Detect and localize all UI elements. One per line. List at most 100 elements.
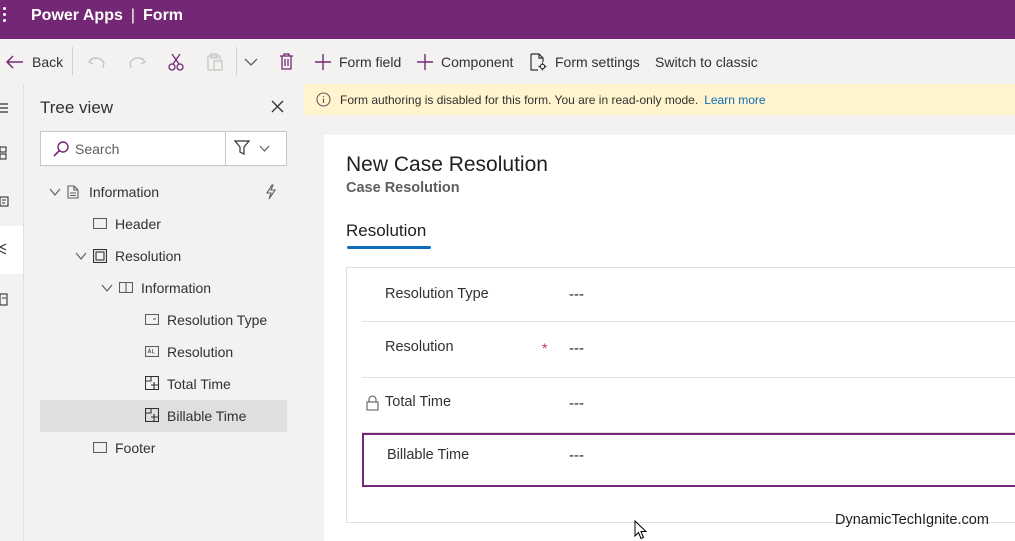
field-label: Resolution — [385, 339, 454, 355]
close-icon[interactable] — [271, 100, 284, 113]
tree-node-information-tab[interactable]: Information — [40, 176, 287, 208]
option-set-icon — [145, 314, 159, 325]
back-label: Back — [32, 53, 64, 70]
clipboard-icon — [207, 52, 223, 71]
table-columns-icon[interactable] — [0, 195, 10, 209]
tree-node-label: Resolution Type — [167, 312, 268, 328]
form-entity-name: Case Resolution — [346, 180, 460, 196]
tree-node-resolution-tab[interactable]: Resolution — [40, 240, 287, 272]
chevron-down-icon[interactable] — [49, 188, 61, 196]
product-name: Power Apps — [31, 7, 123, 24]
add-form-field-button[interactable]: Form field — [315, 39, 401, 84]
tree-node-label: Footer — [115, 440, 156, 456]
more-dropdown-button[interactable] — [244, 39, 258, 84]
tab-resolution[interactable]: Resolution — [346, 221, 426, 241]
tree-node-billable-time[interactable]: Billable Time — [40, 400, 287, 432]
field-value: --- — [569, 395, 584, 412]
field-value: --- — [569, 286, 584, 303]
footer-icon — [93, 442, 107, 453]
tree-node-label: Header — [115, 216, 161, 232]
waffle-menu-icon[interactable] — [1, 7, 9, 29]
switch-classic-label: Switch to classic — [655, 53, 758, 70]
tree-node-header[interactable]: Header — [40, 208, 287, 240]
field-billable-time[interactable]: Billable Time --- — [362, 433, 1015, 487]
learn-more-link[interactable]: Learn more — [704, 93, 765, 107]
toolbar-divider — [236, 47, 237, 75]
lock-icon — [366, 395, 379, 411]
redo-icon — [129, 56, 146, 68]
redo-button[interactable] — [128, 39, 146, 84]
back-button[interactable]: Back — [6, 39, 63, 84]
lightning-icon[interactable] — [265, 184, 277, 200]
add-component-button[interactable]: Component — [417, 39, 513, 84]
form-canvas: New Case Resolution Case Resolution Reso… — [304, 115, 1015, 541]
tree-node-total-time[interactable]: Total Time — [40, 368, 287, 400]
required-indicator: * — [542, 340, 548, 356]
tree-node-resolution-type[interactable]: Resolution Type — [40, 304, 287, 336]
form-section: Resolution Type --- Resolution * --- Tot… — [346, 267, 1015, 523]
search-box — [41, 132, 226, 165]
field-resolution-type[interactable]: Resolution Type --- — [362, 268, 1015, 322]
banner-text: Form authoring is disabled for this form… — [340, 93, 699, 107]
tree-node-resolution-field[interactable]: Resolution — [40, 336, 287, 368]
search-input[interactable] — [75, 139, 215, 158]
document-icon — [67, 185, 79, 199]
info-icon — [316, 92, 331, 107]
command-bar: Back Form field Component Form settings … — [0, 39, 1015, 84]
tree-view-pane: Tree view Information Header Resolution … — [24, 84, 304, 541]
form-library-icon[interactable] — [0, 293, 10, 307]
tree-node-label: Resolution — [167, 344, 234, 360]
tree-node-label: Information — [89, 184, 160, 200]
switch-to-classic-button[interactable]: Switch to classic — [655, 39, 758, 84]
chevron-down-icon — [244, 58, 258, 66]
delete-button[interactable] — [279, 39, 294, 84]
undo-icon — [88, 56, 105, 68]
tree-node-label: Billable Time — [167, 408, 247, 424]
toolbar-divider — [72, 47, 73, 75]
component-label: Component — [441, 53, 514, 70]
field-total-time[interactable]: Total Time --- — [362, 379, 1015, 433]
tab-icon — [93, 249, 107, 263]
chevron-down-icon[interactable] — [101, 284, 113, 292]
undo-button[interactable] — [88, 39, 106, 84]
filter-button[interactable] — [234, 140, 270, 156]
chevron-down-icon[interactable] — [75, 252, 87, 260]
app-title: Power Apps | Form — [31, 7, 183, 25]
banner-message: Form authoring is disabled for this form… — [340, 93, 766, 107]
trash-icon — [280, 53, 293, 70]
numeric-field-icon — [145, 376, 159, 390]
paste-button[interactable] — [207, 39, 223, 84]
text-field-icon — [145, 346, 159, 357]
layers-icon[interactable] — [0, 242, 10, 256]
plus-icon — [417, 53, 433, 70]
field-value: --- — [569, 340, 584, 357]
tree-node-footer[interactable]: Footer — [40, 432, 287, 464]
form-field-label: Form field — [339, 53, 402, 70]
filter-icon — [234, 140, 250, 155]
field-label: Total Time — [385, 394, 452, 410]
hamburger-icon[interactable] — [0, 101, 10, 115]
tree-view-title: Tree view — [40, 98, 114, 117]
read-only-banner: Form authoring is disabled for this form… — [304, 84, 1015, 115]
app-header: Power Apps | Form — [0, 0, 1015, 39]
numeric-field-icon — [145, 408, 159, 422]
field-value: --- — [569, 447, 584, 464]
form-settings-label: Form settings — [555, 53, 640, 70]
arrow-left-icon — [6, 54, 23, 69]
watermark: DynamicTechIgnite.com — [835, 512, 989, 528]
page-name: Form — [143, 7, 184, 24]
form-preview: New Case Resolution Case Resolution Reso… — [324, 135, 1015, 541]
mouse-pointer-icon — [634, 520, 647, 540]
cut-button[interactable] — [168, 39, 184, 84]
tree-node-information-section[interactable]: Information — [40, 272, 287, 304]
tree-node-label: Information — [141, 280, 212, 296]
field-resolution[interactable]: Resolution * --- — [362, 324, 1015, 378]
plus-icon — [315, 53, 331, 70]
left-rail — [0, 84, 24, 541]
form-settings-button[interactable]: Form settings — [530, 39, 640, 84]
scissors-icon — [168, 53, 184, 71]
components-icon[interactable] — [0, 146, 10, 160]
field-label: Resolution Type — [385, 286, 489, 302]
title-separator: | — [130, 7, 136, 24]
chevron-down-icon — [259, 145, 270, 152]
